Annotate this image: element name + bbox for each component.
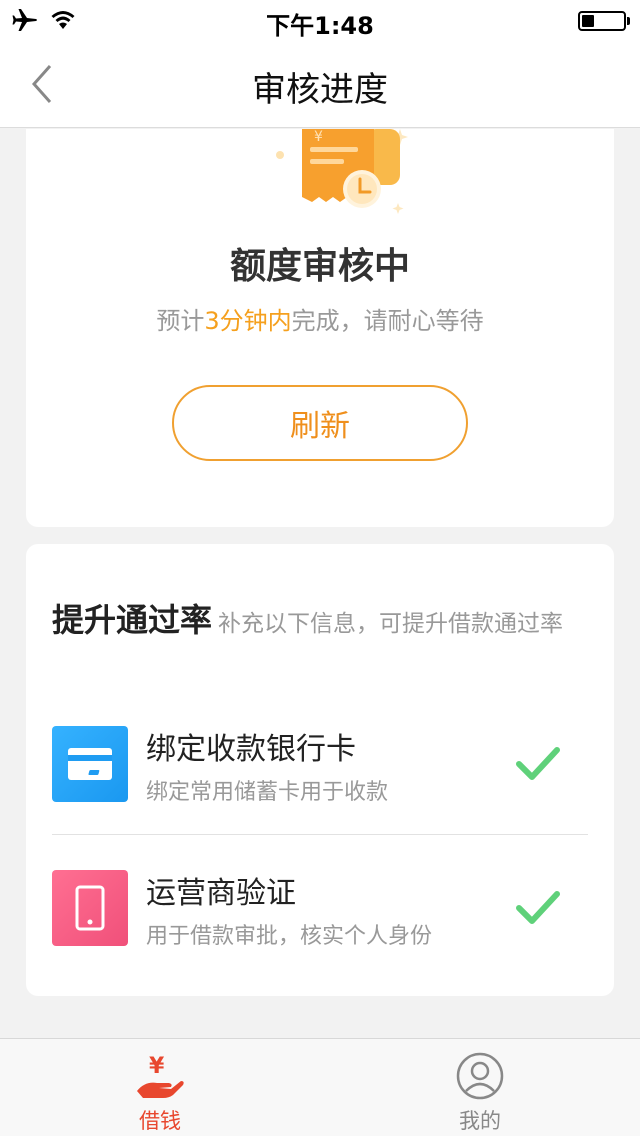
status-title: 额度审核中 bbox=[229, 246, 410, 287]
subtitle-suffix: 完成，请耐心等待 bbox=[291, 307, 484, 335]
status-time: 下午1:48 bbox=[266, 12, 374, 40]
status-subtitle: 预计3分钟内完成，请耐心等待 bbox=[26, 301, 614, 336]
phone-icon bbox=[52, 870, 128, 946]
bank-card-title: 绑定收款银行卡 bbox=[146, 732, 356, 767]
tab-mine-label: 我的 bbox=[459, 1109, 501, 1133]
tab-bar: ¥ 借钱 我的 bbox=[0, 1038, 640, 1136]
tab-mine[interactable]: 我的 bbox=[320, 1039, 640, 1136]
improve-description: 补充以下信息，可提升借款通过率 bbox=[218, 611, 564, 637]
carrier-verification-item[interactable]: 运营商验证 用于借款审批，核实个人身份 bbox=[52, 856, 588, 976]
tab-borrow[interactable]: ¥ 借钱 bbox=[0, 1039, 320, 1136]
tab-borrow-label: 借钱 bbox=[139, 1109, 181, 1133]
bank-card-desc: 绑定常用储蓄卡用于收款 bbox=[146, 780, 389, 805]
carrier-title: 运营商验证 bbox=[146, 876, 296, 911]
receipt-clock-illustration: ¥ bbox=[276, 129, 408, 214]
refresh-button[interactable]: 刷新 bbox=[172, 385, 468, 461]
subtitle-eta: 3分钟内 bbox=[204, 307, 292, 335]
review-status-card: ¥ 额度审核中 预计3分钟内完成，请耐心等待 刷新 bbox=[26, 129, 614, 527]
improve-header: 提升通过率 补充以下信息，可提升借款通过率 bbox=[52, 602, 592, 644]
subtitle-prefix: 预计 bbox=[156, 307, 205, 335]
bank-card-icon bbox=[52, 726, 128, 802]
improve-heading: 提升通过率 bbox=[52, 601, 213, 639]
divider bbox=[52, 834, 588, 835]
improve-pass-rate-card: 提升通过率 补充以下信息，可提升借款通过率 绑定收款银行卡 绑定常用储蓄卡用于收款… bbox=[26, 544, 614, 996]
hand-yuan-icon: ¥ bbox=[137, 1054, 184, 1098]
user-icon bbox=[456, 1052, 504, 1100]
carrier-desc: 用于借款审批，核实个人身份 bbox=[146, 924, 433, 949]
status-bar: 下午1:48 bbox=[0, 0, 640, 40]
svg-text:¥: ¥ bbox=[314, 129, 323, 145]
page-title: 审核进度 bbox=[252, 70, 388, 110]
check-icon bbox=[516, 747, 560, 780]
svg-text:¥: ¥ bbox=[149, 1054, 165, 1079]
nav-bar: 审核进度 bbox=[0, 40, 640, 128]
battery-icon bbox=[578, 11, 630, 31]
bind-bank-card-item[interactable]: 绑定收款银行卡 绑定常用储蓄卡用于收款 bbox=[52, 712, 588, 832]
check-icon bbox=[516, 891, 560, 924]
